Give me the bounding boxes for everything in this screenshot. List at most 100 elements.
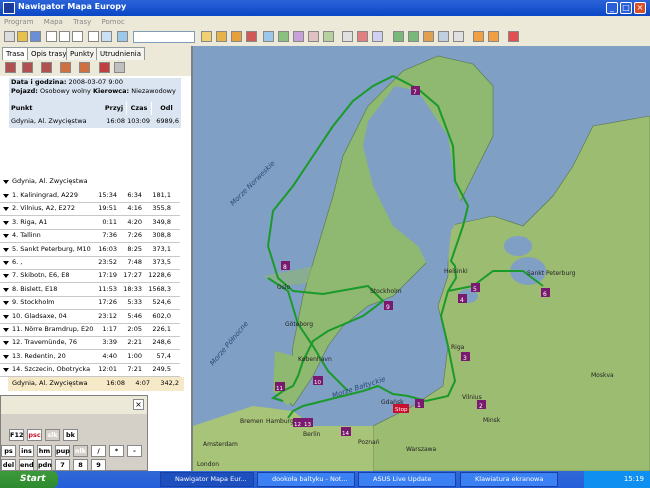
key-slk[interactable]: slk	[45, 429, 60, 441]
key-8[interactable]: 8	[73, 459, 88, 471]
key-x[interactable]: -	[127, 445, 142, 457]
marker-5-label: 5	[473, 286, 477, 293]
key-pup[interactable]: pup	[55, 445, 70, 457]
minimize-button[interactable]: _	[606, 2, 618, 14]
tool-icon[interactable]	[357, 31, 368, 42]
maximize-button[interactable]: □	[620, 2, 632, 14]
col-przyj[interactable]: Przyj	[102, 101, 126, 115]
table-row[interactable]: 6. , 23:52 7:48 373,5	[0, 256, 189, 270]
city-berlin: Berlin	[303, 431, 321, 438]
tab-utrudnienia[interactable]: Utrudnienia	[96, 47, 145, 60]
location-combo[interactable]	[133, 31, 195, 43]
save-icon[interactable]	[30, 31, 41, 42]
row-time: 5:46	[127, 311, 142, 320]
zoom-fit-icon[interactable]	[72, 31, 83, 42]
table-row[interactable]: 13. Redentin, 20 4:40 1:00 57,4	[0, 350, 189, 364]
table-row[interactable]: 4. Tallinn 7:36 7:26 308,8	[0, 229, 189, 244]
print-icon[interactable]	[201, 31, 212, 42]
col-punkt[interactable]: Punkt	[9, 101, 103, 115]
eraser-icon[interactable]	[508, 31, 519, 42]
start-row[interactable]: Gdynia, Al. Zwycięstwa	[0, 175, 189, 189]
find-icon[interactable]	[117, 31, 128, 42]
pan-icon[interactable]	[101, 31, 112, 42]
route-save-icon[interactable]	[41, 62, 52, 73]
menu-mapa[interactable]: Mapa	[44, 16, 63, 28]
key-hm[interactable]: hm	[37, 445, 52, 457]
map-layer2-icon[interactable]	[278, 31, 289, 42]
route-calc-icon[interactable]	[114, 62, 125, 73]
route-export-icon[interactable]	[79, 62, 90, 73]
zoom-in-icon[interactable]	[46, 31, 57, 42]
tab-trasa[interactable]: Trasa	[2, 47, 29, 60]
map-layer-icon[interactable]	[263, 31, 274, 42]
route-icon[interactable]	[246, 31, 257, 42]
edit-point-icon[interactable]	[423, 31, 434, 42]
key-7[interactable]: 7	[55, 459, 70, 471]
route-open-icon[interactable]	[22, 62, 33, 73]
table-row[interactable]: 10. Gladsaxe, 04 23:12 5:46 602,0	[0, 310, 189, 324]
open-icon[interactable]	[17, 31, 28, 42]
table-row[interactable]: 1. Kaliningrad, A229 15:34 6:34 181,1	[0, 189, 189, 203]
table-row[interactable]: 3. Riga, A1 0:11 4:20 349,8	[0, 216, 189, 230]
key-nlk[interactable]: nlk	[73, 445, 88, 457]
table-row[interactable]: 7. Skibotn, E6, E8 17:19 17:27 1228,6	[0, 269, 189, 284]
col-czas[interactable]: Czas	[127, 101, 151, 115]
key-ps[interactable]: ps	[1, 445, 16, 457]
properties-icon[interactable]	[453, 31, 464, 42]
menu-trasy[interactable]: Trasy	[73, 16, 91, 28]
task-asus[interactable]: ASUS Live Update	[358, 472, 456, 487]
home-icon[interactable]	[216, 31, 227, 42]
folder-icon[interactable]	[231, 31, 242, 42]
key-bk[interactable]: bk	[63, 429, 78, 441]
menu-program[interactable]: Program	[4, 16, 34, 28]
tab-opis-trasy[interactable]: Opis trasy	[27, 47, 71, 60]
tab-punkty[interactable]: Punkty	[66, 47, 98, 60]
zoom-out-icon[interactable]	[59, 31, 70, 42]
map-view[interactable]: 7 8 9 10 11 12 13 14 1 2 3 4 5 6 Stop He…	[193, 46, 650, 471]
list-icon[interactable]	[438, 31, 449, 42]
key-pdn[interactable]: pdn	[37, 459, 52, 471]
summary-row[interactable]: Gdynia, Al. Zwycięstwa 16:08 103:09 6989…	[9, 115, 181, 128]
task-nawigator[interactable]: Nawigator Mapa Eur...	[160, 472, 254, 487]
key-9[interactable]: 9	[91, 459, 106, 471]
map-canvas[interactable]: 7 8 9 10 11 12 13 14 1 2 3 4 5 6 Stop He…	[193, 46, 650, 471]
task-keyboard[interactable]: Klawiatura ekranowa	[460, 472, 558, 487]
city-minsk: Minsk	[483, 417, 501, 424]
close-button[interactable]: ×	[634, 2, 646, 14]
clock[interactable]: 15:19	[624, 475, 644, 483]
key-x[interactable]: *	[109, 445, 124, 457]
search-icon[interactable]	[88, 31, 99, 42]
map-layer4-icon[interactable]	[308, 31, 319, 42]
key-end[interactable]: end	[19, 459, 34, 471]
route-print-icon[interactable]	[60, 62, 71, 73]
menu-pomoc[interactable]: Pomoc	[102, 16, 125, 28]
key-x[interactable]: /	[91, 445, 106, 457]
arrow-up-icon[interactable]	[488, 31, 499, 42]
table-row[interactable]: 14. Szczecin, Obotrycka 12:01 7:21 249,5	[0, 363, 189, 378]
new-icon[interactable]	[4, 31, 15, 42]
col-odl[interactable]: Odl	[152, 101, 181, 115]
map-layer3-icon[interactable]	[293, 31, 304, 42]
measure-icon[interactable]	[372, 31, 383, 42]
key-F12[interactable]: F12	[9, 429, 24, 441]
map-layer5-icon[interactable]	[323, 31, 334, 42]
arrow-left-icon[interactable]	[473, 31, 484, 42]
remove-point-icon[interactable]	[408, 31, 419, 42]
add-point-icon[interactable]	[393, 31, 404, 42]
keyboard-close-icon[interactable]: ×	[133, 399, 144, 410]
start-button[interactable]: Start	[0, 471, 58, 488]
table-row[interactable]: 11. Nörre Bramdrup, E20 1:17 2:05 226,1	[0, 323, 189, 337]
table-row[interactable]: 8. Bislett, E18 11:53 18:33 1568,3	[0, 283, 189, 297]
table-row[interactable]: 2. Vilnius, A2, E272 19:51 4:16 355,8	[0, 202, 189, 217]
select-icon[interactable]	[342, 31, 353, 42]
table-row[interactable]: 12. Travemünde, 76 3:39 2:21 248,6	[0, 336, 189, 351]
route-settings-icon[interactable]	[99, 62, 110, 73]
task-notepad[interactable]: dookoła baltyku - Not...	[257, 472, 355, 487]
end-row[interactable]: Gdynia, Al. Zwycięstwa 16:08 4:07 342,2	[8, 377, 184, 391]
table-row[interactable]: 5. Sankt Peterburg, M10 16:03 8:25 373,1	[0, 243, 189, 257]
route-new-icon[interactable]	[5, 62, 16, 73]
key-del[interactable]: del	[1, 459, 16, 471]
key-ins[interactable]: ins	[19, 445, 34, 457]
table-row[interactable]: 9. Stockholm 17:26 5:33 524,6	[0, 296, 189, 311]
key-psc[interactable]: psc	[27, 429, 42, 441]
